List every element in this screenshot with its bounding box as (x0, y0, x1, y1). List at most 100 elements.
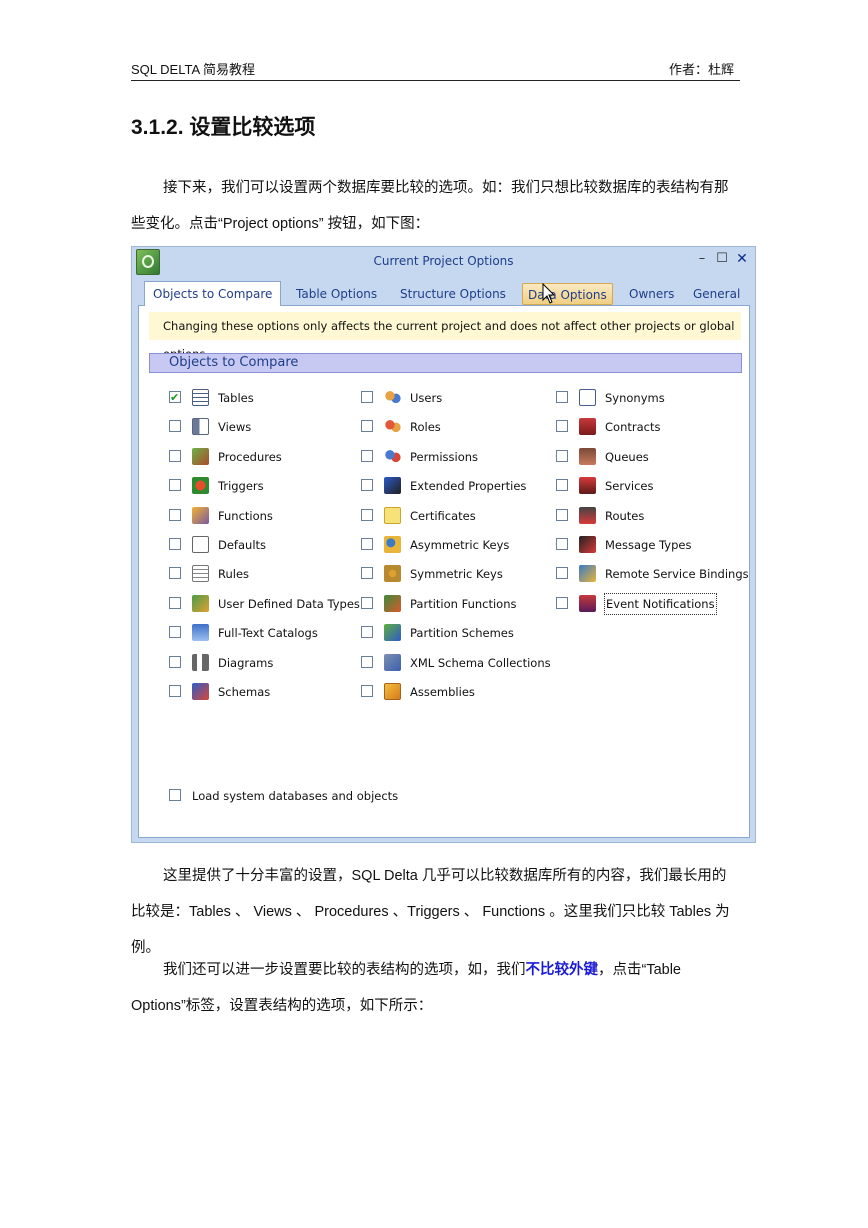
project-options-dialog: Current Project Options – ☐ ✕ Objects to… (131, 246, 756, 843)
header-right: 作者：杜辉 (668, 62, 734, 77)
checkbox-defaults[interactable] (169, 538, 181, 550)
checkbox-partition-schemes[interactable] (361, 626, 373, 639)
label-roles: Roles (410, 420, 441, 435)
checkbox-users[interactable] (361, 391, 373, 403)
label-diagrams: Diagrams (218, 655, 274, 670)
partition-scheme-icon (384, 624, 401, 642)
label-symmetric-keys: Symmetric Keys (410, 567, 503, 582)
label-procedures: Procedures (218, 449, 282, 464)
label-asymmetric-keys: Asymmetric Keys (410, 538, 510, 552)
label-services: Services (605, 479, 654, 494)
label-permissions: Permissions (410, 449, 479, 464)
load-system-label: Load system databases and objects (192, 789, 399, 803)
checkbox-event-notifications[interactable] (556, 596, 568, 609)
checkbox-diagrams[interactable] (169, 655, 181, 668)
checkbox-services[interactable] (556, 479, 568, 492)
checkbox-assemblies[interactable] (361, 685, 373, 697)
checkbox-partition-functions[interactable] (361, 596, 373, 609)
tab-general[interactable]: General (693, 283, 740, 305)
synonym-icon (579, 389, 596, 406)
tab-table-options[interactable]: Table Options (296, 283, 377, 305)
asymmetric-key-icon (384, 536, 401, 553)
label-xml-schema-collections: XML Schema Collections (410, 655, 551, 670)
checkbox-asymmetric-keys[interactable] (361, 538, 373, 550)
label-rules: Rules (218, 567, 250, 582)
page-header: SQL DELTA 简易教程 作者：杜辉 (131, 60, 740, 81)
checkbox-roles[interactable] (361, 420, 373, 433)
close-button[interactable]: ✕ (734, 251, 750, 267)
tab-owners[interactable]: Owners (629, 283, 674, 305)
label-views: Views (218, 420, 252, 435)
checkbox-permissions[interactable] (361, 449, 373, 462)
remote-service-binding-icon (579, 565, 596, 583)
header-left: SQL DELTA 简易教程 (131, 62, 256, 77)
tab-strip: Objects to Compare Table Options Structu… (144, 281, 748, 306)
schema-icon (192, 683, 209, 700)
paragraph3-before: 我们还可以进一步设置要比较的表结构的选项，如，我们 (163, 962, 526, 978)
paragraph3-highlight: 不比较外键 (525, 962, 599, 978)
route-icon (579, 506, 596, 524)
label-users: Users (410, 391, 443, 405)
certificate-icon (384, 506, 401, 524)
fulltext-catalog-icon (192, 624, 209, 642)
procedure-icon (192, 447, 209, 465)
user-defined-type-icon (192, 594, 209, 612)
checkbox-extended-properties[interactable] (361, 479, 373, 492)
checkbox-xml-schema-collections[interactable] (361, 655, 373, 668)
checkbox-symmetric-keys[interactable] (361, 567, 373, 580)
assembly-icon (384, 683, 401, 700)
checkbox-triggers[interactable] (169, 479, 181, 492)
dialog-titlebar: Current Project Options – ☐ ✕ (132, 247, 755, 277)
checkbox-routes[interactable] (556, 508, 568, 521)
roles-icon (384, 418, 401, 436)
checkbox-procedures[interactable] (169, 449, 181, 462)
minimize-button[interactable]: – (694, 251, 710, 266)
checkbox-views[interactable] (169, 420, 181, 433)
label-message-types: Message Types (605, 538, 692, 552)
checkbox-functions[interactable] (169, 508, 181, 521)
checkbox-schemas[interactable] (169, 685, 181, 697)
checkbox-queues[interactable] (556, 449, 568, 462)
label-remote-service-bindings: Remote Service Bindings (605, 567, 749, 582)
notice-banner: Changing these options only affects the … (149, 312, 741, 361)
checkbox-remote-service-bindings[interactable] (556, 567, 568, 580)
checkbox-user-defined-data-types[interactable] (169, 596, 181, 609)
label-partition-functions: Partition Functions (410, 596, 517, 611)
tab-structure-options[interactable]: Structure Options (400, 283, 506, 305)
trigger-icon (192, 477, 209, 495)
paragraph-summary: 这里提供了十分丰富的设置，SQL Delta 几乎可以比较数据库所有的内容，我们… (131, 868, 730, 956)
paragraph-table-options: 我们还可以进一步设置要比较的表结构的选项，如，我们不比较外键，点击“Table … (131, 952, 740, 1024)
tab-data-options[interactable]: Data Options (522, 283, 613, 305)
checkbox-rules[interactable] (169, 567, 181, 580)
function-icon (192, 506, 209, 524)
maximize-button[interactable]: ☐ (714, 251, 730, 266)
label-synonyms: Synonyms (605, 391, 665, 405)
queue-icon (579, 447, 596, 465)
tab-objects-to-compare[interactable]: Objects to Compare (144, 281, 282, 306)
rule-icon (192, 565, 209, 583)
checkbox-synonyms[interactable] (556, 391, 568, 403)
label-contracts: Contracts (605, 420, 661, 435)
diagram-icon (192, 653, 209, 671)
label-tables: Tables (218, 391, 254, 405)
label-certificates: Certificates (410, 508, 476, 523)
label-user-defined-data-types: User Defined Data Types (218, 596, 360, 611)
checkbox-contracts[interactable] (556, 420, 568, 433)
checkbox-message-types[interactable] (556, 538, 568, 550)
label-full-text-catalogs: Full-Text Catalogs (218, 626, 318, 641)
group-header: Objects to Compare (149, 353, 742, 373)
load-system-checkbox[interactable] (169, 789, 181, 801)
label-triggers: Triggers (218, 479, 264, 494)
extended-properties-icon (384, 477, 401, 495)
contract-icon (579, 418, 596, 436)
event-notification-icon (579, 594, 596, 612)
label-functions: Functions (218, 508, 273, 523)
checkbox-full-text-catalogs[interactable] (169, 626, 181, 639)
default-icon (192, 536, 209, 553)
view-icon (192, 418, 209, 436)
partition-function-icon (384, 594, 401, 612)
tab-content-panel: Changing these options only affects the … (138, 305, 750, 838)
label-assemblies: Assemblies (410, 685, 475, 699)
checkbox-tables[interactable] (169, 388, 181, 408)
checkbox-certificates[interactable] (361, 508, 373, 521)
